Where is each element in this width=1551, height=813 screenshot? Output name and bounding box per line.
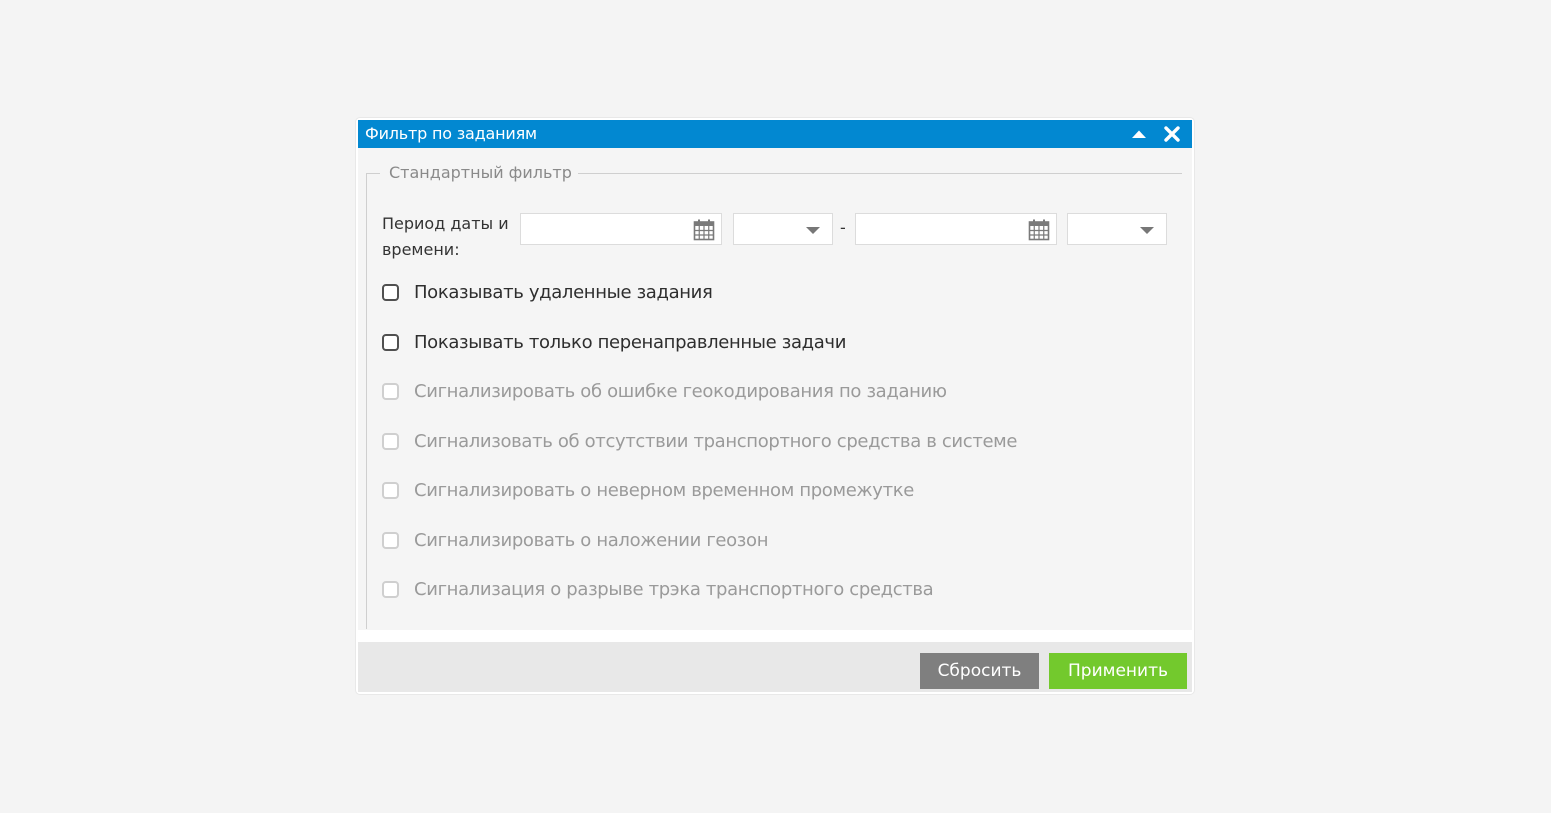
fieldset-border	[366, 173, 367, 629]
chevron-down-icon	[1140, 227, 1154, 234]
checkbox-label: Показывать только перенаправленные задач…	[414, 332, 847, 353]
triangle-up-icon[interactable]	[1129, 124, 1149, 144]
close-icon[interactable]	[1162, 124, 1182, 144]
checkbox	[382, 383, 399, 400]
calendar-icon[interactable]	[693, 219, 715, 241]
apply-button[interactable]: Применить	[1049, 653, 1187, 689]
filter-panel: Стандартный фильтр Период даты и времени…	[358, 148, 1192, 630]
filter-dialog: Фильтр по заданиям Стандартный фильтр Пе…	[356, 118, 1194, 694]
end-time-select[interactable]	[1067, 213, 1167, 245]
checkbox[interactable]	[382, 334, 399, 351]
start-time-select[interactable]	[733, 213, 833, 245]
dialog-titlebar: Фильтр по заданиям	[358, 120, 1192, 148]
checkbox-label: Сигнализовать об отсутствии транспортног…	[414, 431, 1018, 452]
checkbox-label: Показывать удаленные задания	[414, 282, 713, 303]
checkbox-label: Сигнализировать об ошибке геокодирования…	[414, 381, 947, 402]
fieldset-legend: Стандартный фильтр	[389, 163, 572, 182]
checkbox[interactable]	[382, 284, 399, 301]
end-date-input[interactable]	[855, 213, 1057, 245]
dialog-title: Фильтр по заданиям	[365, 124, 537, 143]
period-separator: -	[840, 218, 846, 237]
dialog-footer: Сбросить Применить	[358, 642, 1192, 692]
checkbox	[382, 433, 399, 450]
reset-button[interactable]: Сбросить	[920, 653, 1039, 689]
calendar-icon[interactable]	[1028, 219, 1050, 241]
checkbox-label: Сигнализировать о неверном временном про…	[414, 480, 914, 501]
start-date-input[interactable]	[520, 213, 722, 245]
fieldset-border	[578, 173, 1182, 174]
checkbox	[382, 482, 399, 499]
period-label: Период даты и времени:	[382, 214, 509, 259]
checkbox	[382, 581, 399, 598]
checkbox	[382, 532, 399, 549]
fieldset-border	[366, 173, 380, 174]
chevron-down-icon	[806, 227, 820, 234]
checkbox-label: Сигнализировать о наложении геозон	[414, 530, 769, 551]
checkbox-label: Сигнализация о разрыве трэка транспортно…	[414, 579, 934, 600]
